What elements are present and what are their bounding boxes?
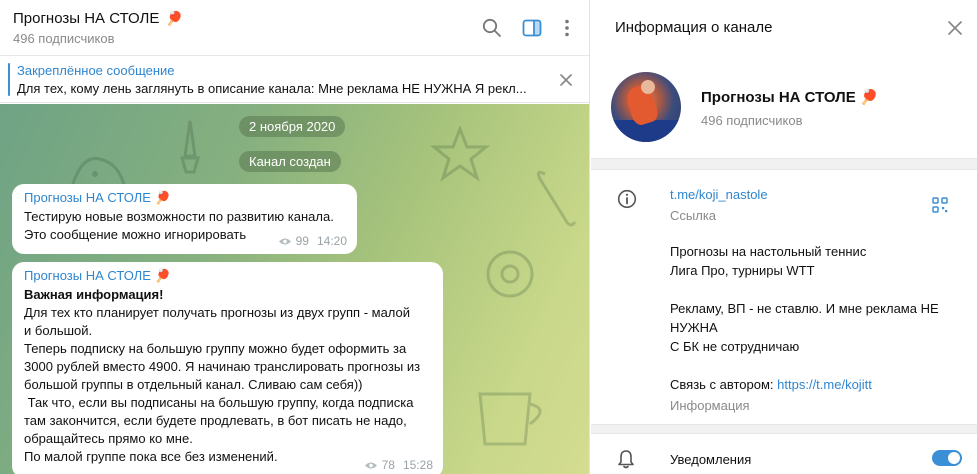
contact-prefix: Связь с автором: [670,377,778,392]
message-line: там закончится, если будете продлевать, … [24,413,407,428]
service-message-channel-created: Канал создан [239,151,341,172]
search-icon[interactable] [481,17,503,39]
message-line: Теперь подписку на большую группу можно … [24,341,407,356]
chat-background: 2 ноября 2020 Канал создан Прогнозы НА С… [0,104,589,474]
message-views: 78 [381,458,395,472]
notifications-label: Уведомления [670,452,752,467]
description-line: Рекламу, ВП - не ставлю. И мне реклама Н… [670,301,939,316]
chat-subscribers: 496 подписчиков [13,31,115,46]
ping-pong-emoji: 🏓 [154,268,171,283]
channel-link[interactable]: t.me/koji_nastole [670,187,768,202]
toggle-knob [948,452,960,464]
qr-code-icon[interactable] [932,197,948,213]
bell-icon [618,450,634,469]
message-heading: Важная информация! [24,287,164,302]
more-vertical-icon[interactable] [556,17,578,39]
message-author-name: Прогнозы НА СТОЛЕ [24,190,151,205]
sidebar-toggle-icon[interactable] [521,17,543,39]
section-divider [591,158,977,170]
message-meta: 99 14:20 [278,234,347,248]
date-separator: 2 ноября 2020 [239,116,346,137]
message-time: 15:28 [402,458,433,472]
message-bubble[interactable]: Прогнозы НА СТОЛЕ 🏓 Тестирую новые возмо… [12,184,357,254]
message-author-name: Прогнозы НА СТОЛЕ [24,268,151,283]
pinned-accent-bar [8,63,10,96]
doodle-cup-icon [478,392,542,446]
message-views: 99 [295,234,309,248]
notifications-toggle[interactable] [932,450,962,466]
contact-link[interactable]: https://t.me/kojitt [777,377,872,392]
channel-name: Прогнозы НА СТОЛЕ 🏓 [701,88,879,106]
close-icon[interactable] [946,19,964,37]
doodle-circle-icon [486,250,534,298]
pinned-message-bar[interactable]: Закреплённое сообщение Для тех, кому лен… [0,56,589,103]
message-line: обращайтесь прямо ко мне. [24,431,193,446]
chat-title[interactable]: Прогнозы НА СТОЛЕ 🏓 [13,10,183,27]
chat-title-text: Прогнозы НА СТОЛЕ [13,10,160,27]
ping-pong-emoji: 🏓 [154,190,171,205]
message-text: Важная информация! Для тех кто планирует… [24,286,433,466]
message-meta: 78 15:28 [364,458,433,472]
doodle-brush-icon [180,120,200,174]
chat-pane: Прогнозы НА СТОЛЕ 🏓 496 подписчиков Закр… [0,0,590,474]
author-contact: Связь с автором: https://t.me/kojitt [670,375,872,394]
ping-pong-emoji: 🏓 [165,10,184,26]
description-line: НУЖНА [670,320,718,335]
message-author[interactable]: Прогнозы НА СТОЛЕ 🏓 [24,190,347,206]
eye-icon [278,238,291,244]
ping-pong-emoji: 🏓 [859,89,879,106]
description-line: Прогнозы на настольный теннис [670,244,867,259]
message-line: Так что, если вы подписаны на большую гр… [24,395,414,410]
description-blank-line [670,280,939,299]
channel-avatar[interactable] [611,72,681,142]
channel-info-panel: Информация о канале Прогнозы НА СТОЛЕ 🏓 … [591,0,977,474]
eye-icon [364,462,377,468]
link-caption: Ссылка [670,208,717,223]
close-pinned-icon[interactable] [556,70,576,90]
message-line: и большой. [24,323,93,338]
channel-description: Прогнозы на настольный теннис Лига Про, … [670,242,939,356]
message-line: Тестирую новые возможности по развитию к… [24,209,334,224]
doodle-star-icon [430,124,490,182]
chat-header[interactable]: Прогнозы НА СТОЛЕ 🏓 496 подписчиков [0,0,589,56]
pinned-text: Для тех, кому лень заглянуть в описание … [17,81,527,96]
channel-subscribers: 496 подписчиков [701,113,803,128]
section-divider [591,424,977,434]
message-line: Для тех кто планирует получать прогнозы … [24,305,411,320]
channel-name-text: Прогнозы НА СТОЛЕ [701,89,856,106]
info-panel-title: Информация о канале [615,19,773,36]
message-line: большой группы в отдельный канал. Сливаю… [24,377,363,392]
message-line: 3000 рублей вместо 4900. Я начинаю транс… [24,359,421,374]
description-line: С БК не сотрудничаю [670,339,800,354]
description-caption: Информация [670,398,750,413]
pinned-title: Закреплённое сообщение [17,63,175,78]
description-line: Лига Про, турниры WTT [670,263,815,278]
message-author[interactable]: Прогнозы НА СТОЛЕ 🏓 [24,268,433,284]
message-time: 14:20 [316,234,347,248]
info-icon [617,189,637,209]
doodle-bone-icon [536,170,577,227]
message-bubble[interactable]: Прогнозы НА СТОЛЕ 🏓 Важная информация! Д… [12,262,443,474]
